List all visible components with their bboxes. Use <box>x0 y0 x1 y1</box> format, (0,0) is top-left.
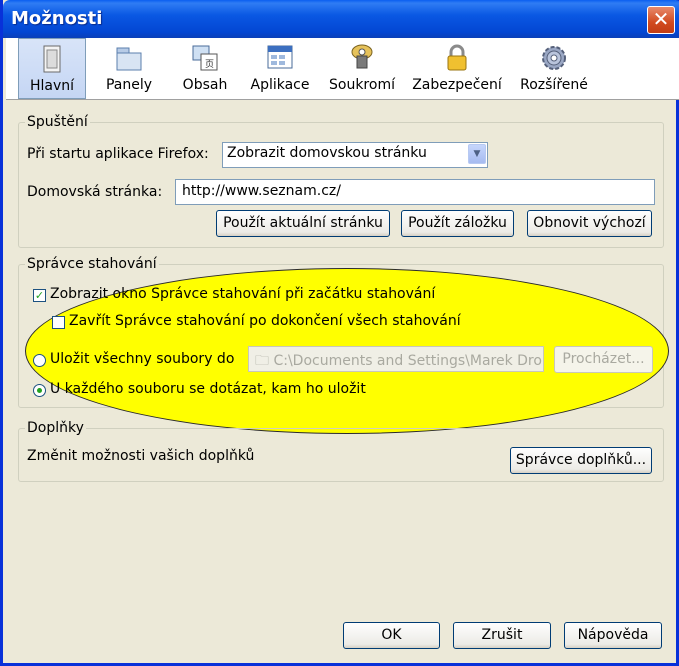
tab-security-label: Zabezpečení <box>412 77 502 93</box>
tab-advanced-label: Rozšířené <box>520 77 588 93</box>
cancel-button[interactable]: Zrušit <box>453 622 551 649</box>
svg-text:页: 页 <box>205 59 214 70</box>
save-to-radio[interactable] <box>33 354 46 367</box>
home-page-input[interactable]: http://www.seznam.cz/ <box>175 179 655 205</box>
window-title: Možnosti <box>11 8 103 29</box>
tab-applications-label: Aplikace <box>250 77 310 93</box>
close-when-done-label[interactable]: Zavřít Správce stahování po dokončení vš… <box>69 313 461 329</box>
show-window-checkbox[interactable]: ✓ <box>33 289 46 302</box>
chevron-down-icon[interactable]: ▼ <box>468 144 486 164</box>
privacy-icon <box>351 44 373 69</box>
tab-privacy[interactable]: Soukromí <box>324 38 400 99</box>
manage-addons-button[interactable]: Správce doplňků... <box>510 447 652 474</box>
use-bookmark-button[interactable]: Použít záložku <box>401 210 514 237</box>
tab-security[interactable]: Zabezpečení <box>408 38 506 99</box>
show-window-label[interactable]: Zobrazit okno Správce stahování při začá… <box>50 286 435 302</box>
addons-description: Změnit možnosti vašich doplňků <box>27 448 255 464</box>
category-toolbar: Hlavní Panely 页 Obsah Aplikace Soukromí … <box>6 38 679 100</box>
tab-main[interactable]: Hlavní <box>18 38 86 99</box>
download-folder-field: 🗀 C:\Documents and Settings\Marek Dro <box>248 346 544 372</box>
when-starts-select[interactable]: Zobrazit domovskou stránku ▼ <box>222 142 488 168</box>
ok-button[interactable]: OK <box>343 622 440 649</box>
help-button[interactable]: Nápověda <box>564 622 662 649</box>
content-icon: 页 <box>192 45 218 71</box>
options-window: Možnosti ✕ Hlavní Panely 页 Obsah Aplikac… <box>0 0 679 666</box>
when-starts-label: Při startu aplikace Firefox: <box>27 146 209 162</box>
tab-main-label: Hlavní <box>29 78 75 94</box>
tab-privacy-label: Soukromí <box>329 77 395 93</box>
startup-legend: Spuštění <box>27 114 88 130</box>
use-current-page-button[interactable]: Použít aktuální stránku <box>216 210 390 237</box>
main-icon <box>43 45 61 73</box>
ask-radio-dot <box>37 388 42 393</box>
browse-button: Procházet... <box>554 346 653 373</box>
applications-icon <box>267 45 293 69</box>
tab-advanced[interactable]: Rozšířené <box>512 38 596 99</box>
security-icon <box>447 44 467 71</box>
close-button[interactable]: ✕ <box>647 6 675 34</box>
tabs-icon <box>116 47 142 71</box>
download-folder-path: C:\Documents and Settings\Marek Dro <box>273 353 542 369</box>
restore-default-button[interactable]: Obnovit výchozí <box>527 210 652 237</box>
tab-tabs-label: Panely <box>105 77 153 93</box>
home-page-label: Domovská stránka: <box>27 184 163 200</box>
ask-radio[interactable] <box>33 384 46 397</box>
close-icon: ✕ <box>652 7 670 31</box>
addons-legend: Doplňky <box>27 420 84 436</box>
save-to-label[interactable]: Uložit všechny soubory do <box>50 351 234 367</box>
ask-label[interactable]: U každého souboru se dotázat, kam ho ulo… <box>50 381 366 397</box>
tab-content-label: Obsah <box>182 77 228 93</box>
tab-content[interactable]: 页 Obsah <box>170 38 240 99</box>
title-bar[interactable]: Možnosti ✕ <box>3 0 679 38</box>
downloads-legend: Správce stahování <box>27 256 157 272</box>
folder-icon: 🗀 <box>255 353 274 369</box>
advanced-icon <box>542 46 566 70</box>
when-starts-value: Zobrazit domovskou stránku <box>227 145 427 161</box>
tab-applications[interactable]: Aplikace <box>245 38 315 99</box>
close-when-done-checkbox[interactable] <box>52 316 65 329</box>
tab-tabs[interactable]: Panely <box>94 38 164 99</box>
